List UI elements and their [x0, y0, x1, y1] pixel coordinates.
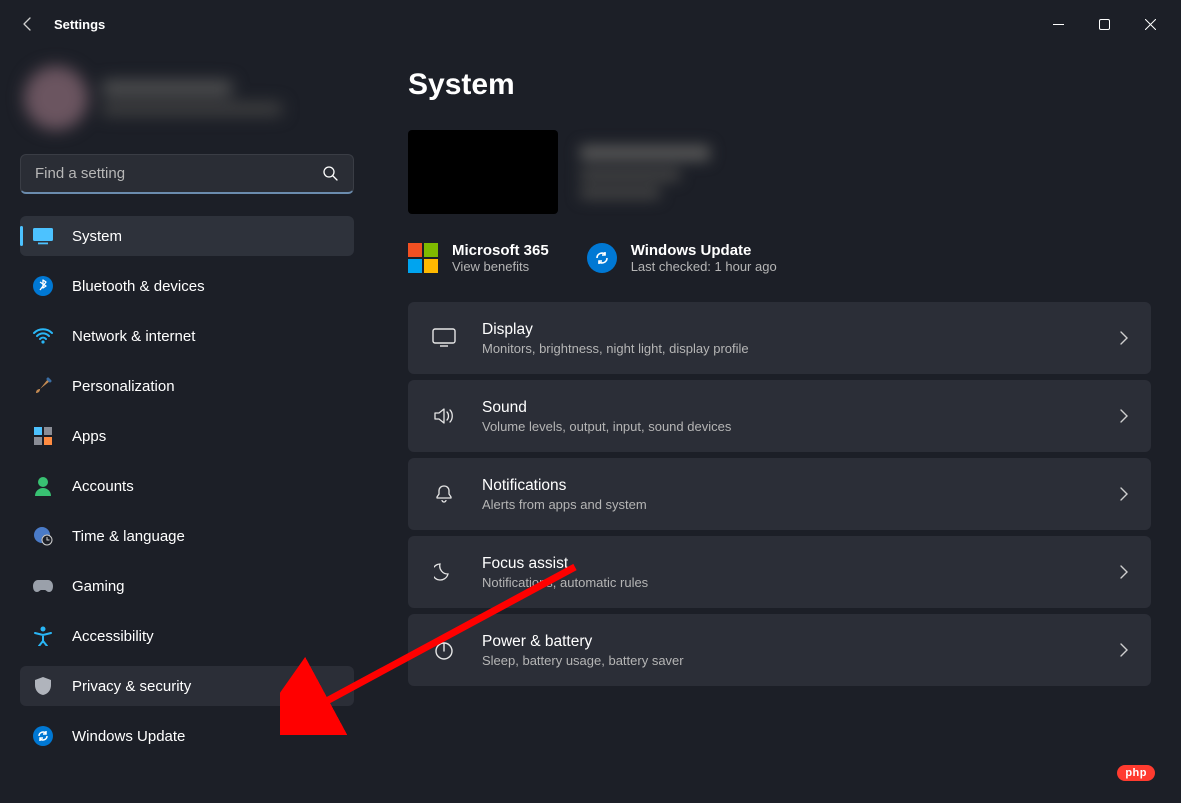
sidebar-item-apps[interactable]: Apps [20, 416, 354, 456]
sidebar-item-gaming[interactable]: Gaming [20, 566, 354, 606]
arrow-left-icon [20, 16, 36, 32]
sidebar-item-label: Accessibility [72, 628, 154, 645]
row-title: Display [482, 321, 749, 339]
settings-row-focus-assist[interactable]: Focus assist Notifications, automatic ru… [408, 536, 1151, 608]
row-sub: Monitors, brightness, night light, displ… [482, 341, 749, 356]
update-icon [32, 725, 54, 747]
sidebar-item-privacy[interactable]: Privacy & security [20, 666, 354, 706]
sidebar-item-label: Time & language [72, 528, 185, 545]
settings-row-power[interactable]: Power & battery Sleep, battery usage, ba… [408, 614, 1151, 686]
promo-title: Microsoft 365 [452, 242, 549, 259]
close-button[interactable] [1127, 8, 1173, 40]
maximize-button[interactable] [1081, 8, 1127, 40]
sound-icon [430, 406, 458, 426]
sidebar-item-time[interactable]: Time & language [20, 516, 354, 556]
chevron-right-icon [1119, 642, 1129, 658]
settings-row-notifications[interactable]: Notifications Alerts from apps and syste… [408, 458, 1151, 530]
sidebar-item-label: System [72, 228, 122, 245]
moon-icon [430, 562, 458, 582]
row-sub: Notifications, automatic rules [482, 575, 648, 590]
search-icon [322, 165, 338, 181]
chevron-right-icon [1119, 564, 1129, 580]
promo-sub: Last checked: 1 hour ago [631, 259, 777, 274]
sidebar-item-label: Windows Update [72, 728, 185, 745]
sidebar-item-label: Network & internet [72, 328, 195, 345]
settings-row-display[interactable]: Display Monitors, brightness, night ligh… [408, 302, 1151, 374]
paintbrush-icon [32, 375, 54, 397]
watermark: php [1117, 765, 1155, 781]
device-thumbnail [408, 130, 558, 214]
row-title: Sound [482, 399, 731, 417]
search-input[interactable] [20, 154, 354, 194]
sidebar-item-accessibility[interactable]: Accessibility [20, 616, 354, 656]
row-title: Focus assist [482, 555, 648, 573]
system-icon [32, 225, 54, 247]
bell-icon [430, 483, 458, 505]
wifi-icon [32, 325, 54, 347]
sidebar-item-accounts[interactable]: Accounts [20, 466, 354, 506]
row-sub: Alerts from apps and system [482, 497, 647, 512]
sidebar-item-label: Apps [72, 428, 106, 445]
sidebar-item-bluetooth[interactable]: Bluetooth & devices [20, 266, 354, 306]
gamepad-icon [32, 575, 54, 597]
back-button[interactable] [8, 4, 48, 44]
promo-title: Windows Update [631, 242, 777, 259]
power-icon [430, 639, 458, 661]
promo-sub: View benefits [452, 259, 549, 274]
globe-clock-icon [32, 525, 54, 547]
row-sub: Volume levels, output, input, sound devi… [482, 419, 731, 434]
window-title: Settings [54, 17, 105, 32]
settings-row-sound[interactable]: Sound Volume levels, output, input, soun… [408, 380, 1151, 452]
device-summary [408, 130, 1151, 214]
sidebar-item-personalization[interactable]: Personalization [20, 366, 354, 406]
accessibility-icon [32, 625, 54, 647]
person-icon [32, 475, 54, 497]
windows-update-icon [587, 243, 617, 273]
chevron-right-icon [1119, 486, 1129, 502]
page-title: System [408, 68, 1151, 102]
user-profile[interactable] [24, 66, 350, 130]
sidebar-item-network[interactable]: Network & internet [20, 316, 354, 356]
row-title: Notifications [482, 477, 647, 495]
sidebar-item-label: Personalization [72, 378, 175, 395]
display-icon [430, 328, 458, 348]
sidebar-nav: System Bluetooth & devices Network & int… [20, 216, 354, 756]
row-sub: Sleep, battery usage, battery saver [482, 653, 684, 668]
avatar [24, 66, 88, 130]
promo-microsoft-365[interactable]: Microsoft 365 View benefits [408, 242, 549, 274]
sidebar-item-label: Gaming [72, 578, 125, 595]
sidebar-item-label: Privacy & security [72, 678, 191, 695]
minimize-button[interactable] [1035, 8, 1081, 40]
shield-icon [32, 675, 54, 697]
row-title: Power & battery [482, 633, 684, 651]
sidebar-item-windows-update[interactable]: Windows Update [20, 716, 354, 756]
sidebar-item-label: Bluetooth & devices [72, 278, 205, 295]
sidebar-item-system[interactable]: System [20, 216, 354, 256]
promo-windows-update[interactable]: Windows Update Last checked: 1 hour ago [587, 242, 777, 274]
microsoft-logo-icon [408, 243, 438, 273]
bluetooth-icon [32, 275, 54, 297]
sidebar-item-label: Accounts [72, 478, 134, 495]
chevron-right-icon [1119, 408, 1129, 424]
chevron-right-icon [1119, 330, 1129, 346]
apps-icon [32, 425, 54, 447]
